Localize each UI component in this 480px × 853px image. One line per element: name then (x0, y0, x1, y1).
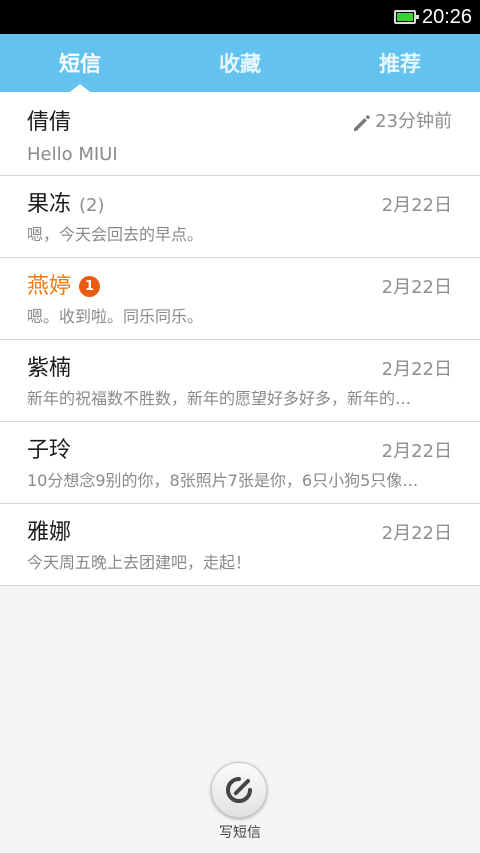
message-time: 2月22日 (381, 359, 452, 380)
status-bar: 20:26 (0, 0, 480, 34)
contact-name: 燕婷 (27, 274, 72, 299)
message-time: 23分钟前 (375, 111, 452, 132)
conversation-row[interactable]: 紫楠 2月22日 新年的祝福数不胜数，新年的愿望好多好多，新年的… (0, 340, 480, 422)
conversation-row[interactable]: 燕婷 1 2月22日 嗯。收到啦。同乐同乐。 (0, 258, 480, 340)
contact-name: 果冻 (27, 192, 72, 217)
message-preview: 10分想念9别的你，8张照片7张是你，6只小狗5只像… (27, 471, 419, 490)
compose-label[interactable]: 写短信 (200, 822, 280, 842)
message-time: 2月22日 (381, 523, 452, 544)
message-preview: Hello MIUI (27, 144, 118, 165)
message-preview: 今天周五晚上去团建吧，走起！ (27, 553, 252, 572)
contact-name: 子玲 (27, 438, 72, 463)
active-tab-indicator (70, 84, 90, 92)
unread-badge: 1 (79, 276, 100, 297)
contact-name: 紫楠 (27, 356, 72, 381)
tab-recommended[interactable]: 推荐 (320, 34, 480, 92)
compose-button[interactable] (211, 762, 267, 818)
contact-name-wrapper: 果冻 (2) (27, 190, 105, 221)
conversation-row[interactable]: 子玲 2月22日 10分想念9别的你，8张照片7张是你，6只小狗5只像… (0, 422, 480, 504)
message-preview: 新年的祝福数不胜数，新年的愿望好多好多，新年的… (27, 389, 412, 408)
battery-icon (394, 10, 419, 24)
tab-favorites[interactable]: 收藏 (160, 34, 320, 92)
message-time: 2月22日 (381, 277, 452, 298)
compose-icon (226, 777, 252, 803)
message-preview: 嗯，今天会回去的早点。 (27, 225, 204, 244)
status-time: 20:26 (422, 6, 473, 28)
contact-name: 雅娜 (27, 520, 72, 545)
conversation-row[interactable]: 果冻 (2) 2月22日 嗯，今天会回去的早点。 (0, 176, 480, 258)
conversation-list: 倩倩 23分钟前 Hello MIUI 果冻 (2) 2月22日 嗯，今天会回去的… (0, 92, 480, 586)
message-count: (2) (79, 195, 105, 216)
message-time: 2月22日 (381, 195, 452, 216)
conversation-row[interactable]: 倩倩 23分钟前 Hello MIUI (0, 92, 480, 176)
tab-bar: 短信 收藏 推荐 (0, 34, 480, 92)
message-preview: 嗯。收到啦。同乐同乐。 (27, 307, 204, 326)
conversation-row[interactable]: 雅娜 2月22日 今天周五晚上去团建吧，走起！ (0, 504, 480, 586)
pencil-icon (354, 115, 370, 131)
message-time: 2月22日 (381, 441, 452, 462)
contact-name: 倩倩 (27, 110, 72, 135)
